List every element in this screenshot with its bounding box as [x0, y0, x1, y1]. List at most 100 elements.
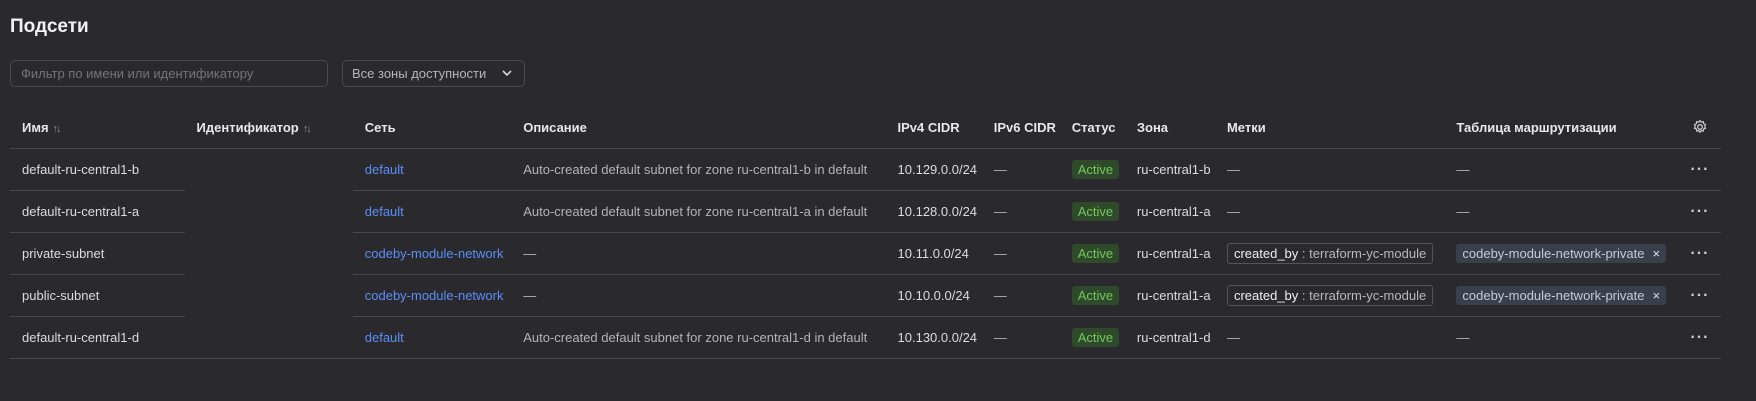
- labels: created_by : terraform-yc-module: [1214, 274, 1445, 317]
- column-header-route-table: Таблица маршрутизации: [1444, 106, 1679, 149]
- status-cell: Active: [1059, 274, 1125, 317]
- chevron-down-icon: [502, 70, 512, 77]
- description: Auto-created default subnet for zone ru-…: [511, 148, 886, 191]
- row-actions-button[interactable]: ···: [1678, 274, 1721, 317]
- network-cell: default: [352, 190, 512, 233]
- sort-icon[interactable]: ↑↓: [303, 123, 312, 135]
- zone: ru-central1-a: [1124, 232, 1215, 275]
- network-cell: default: [352, 316, 512, 359]
- route-table-tag[interactable]: codeby-module-network-private ×: [1456, 286, 1667, 305]
- subnet-name: private-subnet: [10, 232, 185, 275]
- close-icon[interactable]: ×: [1652, 246, 1660, 261]
- row-actions-button[interactable]: ···: [1678, 148, 1721, 191]
- status-cell: Active: [1059, 148, 1125, 191]
- zone: ru-central1-b: [1124, 148, 1215, 191]
- close-icon[interactable]: ×: [1652, 288, 1660, 303]
- subnet-name: default-ru-central1-d: [10, 316, 185, 359]
- table-row[interactable]: default-ru-central1-a default Auto-creat…: [10, 190, 1721, 233]
- status-cell: Active: [1059, 316, 1125, 359]
- ipv6-cidr: —: [981, 232, 1060, 275]
- column-header-description: Описание: [511, 106, 886, 149]
- table-row[interactable]: default-ru-central1-d default Auto-creat…: [10, 316, 1721, 359]
- label-tag[interactable]: created_by : terraform-yc-module: [1226, 285, 1434, 306]
- route-table: codeby-module-network-private ×: [1444, 232, 1679, 275]
- labels: —: [1214, 190, 1445, 233]
- subnets-table: Имя ↑↓ Идентификатор ↑↓ Сеть Описание IPv4…: [10, 106, 1721, 359]
- label-separator: :: [1301, 246, 1306, 261]
- zone: ru-central1-d: [1124, 316, 1215, 359]
- subnet-name: public-subnet: [10, 274, 185, 317]
- label-key: created_by: [1233, 288, 1299, 303]
- route-table: —: [1444, 316, 1679, 359]
- subnet-id: [184, 316, 353, 359]
- subnet-name: default-ru-central1-a: [10, 190, 185, 233]
- subnet-name: default-ru-central1-b: [10, 148, 185, 191]
- search-input[interactable]: [10, 60, 328, 87]
- label-value: terraform-yc-module: [1309, 288, 1427, 303]
- route-table-name: codeby-module-network-private: [1462, 288, 1645, 303]
- status-badge: Active: [1071, 328, 1120, 347]
- subnet-id: [185, 191, 353, 233]
- row-actions-button[interactable]: ···: [1678, 316, 1721, 359]
- row-actions-button[interactable]: ···: [1678, 190, 1721, 233]
- column-header-ipv4: IPv4 CIDR: [885, 106, 982, 149]
- network-link[interactable]: codeby-module-network: [365, 288, 504, 303]
- route-table-tag[interactable]: codeby-module-network-private ×: [1456, 244, 1667, 263]
- ipv4-cidr: 10.128.0.0/24: [885, 190, 982, 233]
- network-cell: default: [352, 148, 512, 191]
- network-cell: codeby-module-network: [352, 232, 512, 275]
- description: —: [511, 274, 886, 317]
- network-link[interactable]: default: [365, 330, 404, 345]
- column-header-ipv6: IPv6 CIDR: [981, 106, 1060, 149]
- subnet-id: [185, 275, 353, 317]
- description: Auto-created default subnet for zone ru-…: [511, 190, 886, 233]
- route-table: —: [1444, 190, 1679, 233]
- gear-icon: [1693, 120, 1707, 134]
- zone-select-value: Все зоны доступности: [352, 66, 487, 81]
- status-badge: Active: [1071, 244, 1120, 263]
- column-header-name[interactable]: Имя ↑↓: [10, 106, 185, 149]
- label-key: created_by: [1233, 246, 1299, 261]
- ipv4-cidr: 10.129.0.0/24: [885, 148, 982, 191]
- labels: —: [1214, 316, 1445, 359]
- description: Auto-created default subnet for zone ru-…: [511, 316, 886, 359]
- column-header-labels: Метки: [1214, 106, 1445, 149]
- column-header-network: Сеть: [352, 106, 512, 149]
- zone: ru-central1-a: [1124, 274, 1215, 317]
- status-badge: Active: [1071, 286, 1120, 305]
- label-tag[interactable]: created_by : terraform-yc-module: [1226, 243, 1434, 264]
- table-settings-button[interactable]: [1678, 106, 1721, 149]
- more-icon: ···: [1690, 202, 1710, 220]
- table-row[interactable]: public-subnet codeby-module-network — 10…: [10, 274, 1721, 317]
- status-cell: Active: [1059, 232, 1125, 275]
- ipv6-cidr: —: [981, 148, 1060, 191]
- ipv6-cidr: —: [981, 274, 1060, 317]
- table-header-row: Имя ↑↓ Идентификатор ↑↓ Сеть Описание IPv4…: [10, 106, 1721, 149]
- table-row[interactable]: private-subnet codeby-module-network — 1…: [10, 232, 1721, 275]
- ipv6-cidr: —: [981, 190, 1060, 233]
- route-table: —: [1444, 148, 1679, 191]
- ipv4-cidr: 10.10.0.0/24: [885, 274, 982, 317]
- label-separator: :: [1301, 288, 1306, 303]
- column-header-id[interactable]: Идентификатор ↑↓: [184, 106, 353, 149]
- ipv6-cidr: —: [981, 316, 1060, 359]
- table-row[interactable]: default-ru-central1-b default Auto-creat…: [10, 148, 1721, 191]
- more-icon: ···: [1690, 160, 1710, 178]
- row-actions-button[interactable]: ···: [1678, 232, 1721, 275]
- network-cell: codeby-module-network: [352, 274, 512, 317]
- ipv4-cidr: 10.11.0.0/24: [885, 232, 982, 275]
- page-title: Подсети: [10, 16, 89, 37]
- status-badge: Active: [1071, 202, 1120, 221]
- more-icon: ···: [1690, 328, 1710, 346]
- more-icon: ···: [1690, 286, 1710, 304]
- network-link[interactable]: default: [365, 162, 404, 177]
- labels: created_by : terraform-yc-module: [1214, 232, 1445, 275]
- sort-icon[interactable]: ↑↓: [53, 123, 62, 135]
- more-icon: ···: [1690, 244, 1710, 262]
- zone-select[interactable]: Все зоны доступности: [342, 60, 525, 87]
- subnet-id: [185, 149, 353, 191]
- network-link[interactable]: default: [365, 204, 404, 219]
- route-table: codeby-module-network-private ×: [1444, 274, 1679, 317]
- network-link[interactable]: codeby-module-network: [365, 246, 504, 261]
- route-table-name: codeby-module-network-private: [1462, 246, 1645, 261]
